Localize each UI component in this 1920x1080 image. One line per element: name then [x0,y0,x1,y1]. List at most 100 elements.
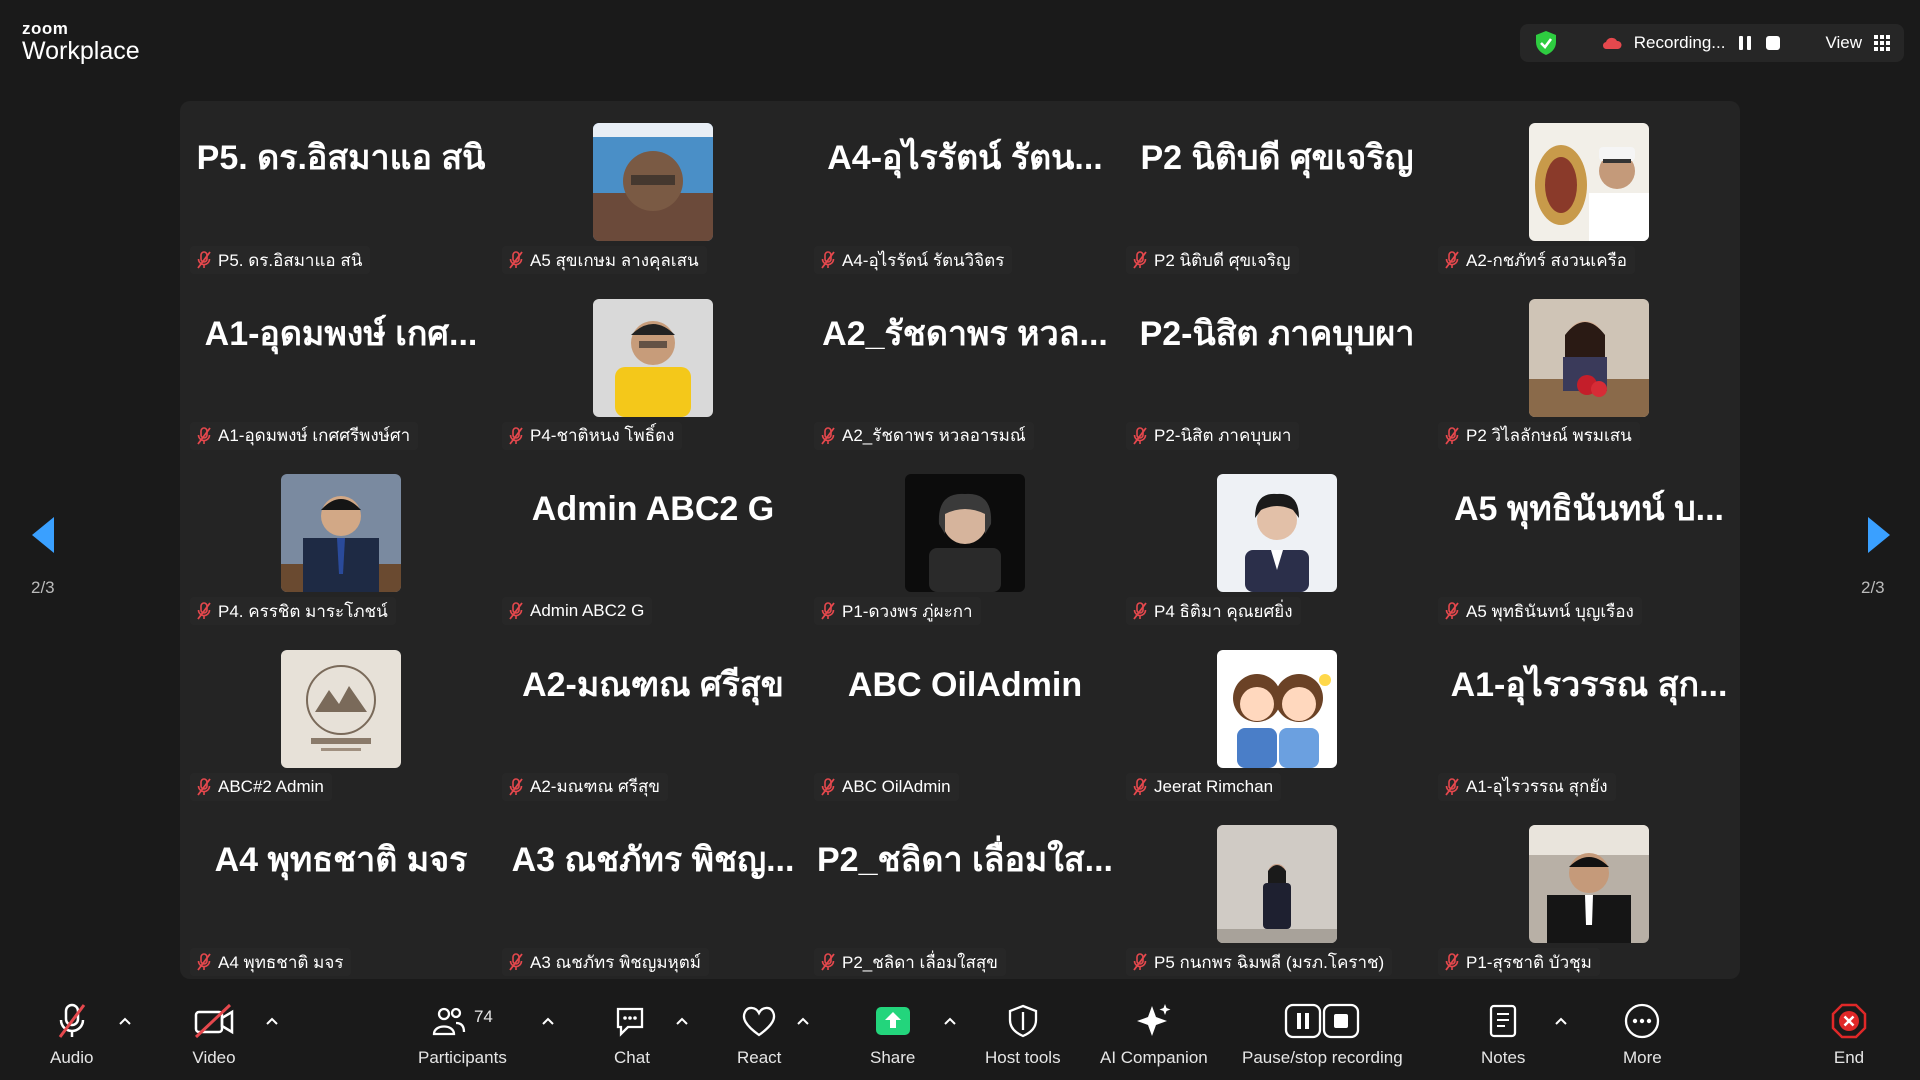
audio-options-chevron-icon[interactable] [118,1016,132,1026]
participant-tile[interactable]: P2 วิไลลักษณ์ พรมเสน [1433,277,1745,452]
participant-tile[interactable]: P1-สุรชาติ บัวชุม [1433,803,1745,978]
participants-options-chevron-icon[interactable] [541,1016,555,1026]
participant-tile[interactable]: A5 สุขเกษม ลางคุลเสน [497,101,809,276]
participant-name-label: A4 พุทธชาติ มจร [190,948,352,976]
top-bar: zoom Workplace Recording... View [0,0,1920,78]
participant-video [1529,123,1649,241]
notes-label: Notes [1481,1048,1526,1067]
mic-muted-icon [1445,602,1459,620]
participant-name: P1-ดวงพร ภู่ผะกา [842,601,973,621]
sparkle-icon [1136,1004,1171,1036]
heart-icon [743,1006,776,1037]
pause-recording-icon[interactable] [1737,35,1753,51]
participant-name: Jeerat Rimchan [1154,776,1274,796]
video-button[interactable]: Video [192,998,236,1068]
shield-icon [1008,1004,1037,1038]
participant-name: P4 ธิติมา คุณยศยิ่ง [1154,601,1293,621]
participant-name: P2_ชลิดา เลื่อมใสสุข [842,952,998,972]
participant-tile[interactable]: A4 พุทธชาติ มจร A4 พุทธชาติ มจร [185,803,497,978]
mic-muted-icon [197,953,211,971]
participant-tile[interactable]: Jeerat Rimchan [1121,628,1433,803]
participant-tile[interactable]: A5 พุทธินันทน์ บ... A5 พุทธินันทน์ บุญเรื… [1433,452,1745,627]
participant-name: Admin ABC2 G [530,601,645,620]
notes-button[interactable]: Notes [1481,998,1525,1068]
participant-name-label: A2_รัชดาพร หวลอารมณ์ [814,421,1034,450]
participant-name: A2-กชภัทร์ สงวนเครือ [1466,250,1627,270]
pause-stop-recording-button[interactable]: Pause/stop recording [1242,998,1403,1068]
notes-options-chevron-icon[interactable] [1554,1016,1568,1026]
mic-muted-icon [821,953,835,971]
share-label: Share [870,1048,916,1067]
share-screen-icon [875,1007,910,1035]
mic-muted-icon [821,602,835,620]
ai-companion-label: AI Companion [1100,1048,1208,1067]
participant-name-label: A1-อุดมพงษ์ เกศศรีพงษ์ศา [190,421,419,450]
video-gallery: P5. ดร.อิสมาแอ สนิ P5. ดร.อิสมาแอ สนิ A5 ส… [180,101,1740,979]
participant-tile[interactable]: ABC OilAdmin ABC OilAdmin [809,628,1121,803]
participant-name: ABC OilAdmin [842,776,951,796]
participant-tile[interactable]: P5. ดร.อิสมาแอ สนิ P5. ดร.อิสมาแอ สนิ [185,101,497,276]
mic-muted-icon [197,251,211,269]
participant-tile[interactable]: ABC#2 Admin [185,628,497,803]
participant-tile[interactable]: A1-อุดมพงษ์ เกศ... A1-อุดมพงษ์ เกศศรีพงษ์… [185,277,497,452]
shield-check-icon[interactable] [1534,30,1558,56]
participant-display-name: P2_ชลิดา เลื่อมใส... [816,841,1113,879]
participant-video [1217,825,1337,943]
participant-tile[interactable]: A4-อุไรรัตน์ รัตน... A4-อุไรรัตน์ รัตนวิจ… [809,101,1121,276]
host-tools-button[interactable]: Host tools [985,998,1061,1068]
participant-video [1217,474,1337,592]
participant-video [593,298,713,417]
participant-tile[interactable]: A1-อุไรวรรณ สุก... A1-อุไรวรรณ สุกยัง [1433,628,1745,803]
next-page-arrow-icon[interactable] [1864,515,1894,555]
participant-name-label: A2-มณฑณ ศรีสุข [502,772,668,801]
participant-tile[interactable]: P2_ชลิดา เลื่อมใส... P2_ชลิดา เลื่อมใสสุข [809,803,1121,978]
participant-tile[interactable]: P4 ธิติมา คุณยศยิ่ง [1121,452,1433,627]
participant-tile[interactable]: P5 กนกพร ฉิมพลี (มรภ.โคราช) [1121,803,1433,978]
participant-tile[interactable]: A2_รัชดาพร หวล... A2_รัชดาพร หวลอารมณ์ [809,277,1121,452]
participant-tile[interactable]: P4. ครรชิต มาระโภชน์ [185,452,497,627]
more-label: More [1623,1048,1662,1067]
participant-tile[interactable]: P4-ชาติหนง โพธิ์ตง [497,277,809,452]
chat-button[interactable]: Chat [614,998,650,1068]
participants-count: 74 [473,1007,493,1026]
participant-name: A1-อุไรวรรณ สุกยัง [1466,777,1608,796]
mic-muted-icon [1445,777,1459,796]
participant-name-label: ABC#2 Admin [190,772,332,801]
participant-tile[interactable]: Admin ABC2 G Admin ABC2 G [497,452,809,627]
end-meeting-button[interactable]: End [1830,998,1868,1068]
share-options-chevron-icon[interactable] [943,1016,957,1026]
participant-tile[interactable]: A2-กชภัทร์ สงวนเครือ [1433,101,1745,276]
chat-options-chevron-icon[interactable] [675,1016,689,1026]
participant-tile[interactable]: A3 ณชภัทร พิชญ... A3 ณชภัทร พิชญมหุตม์ [497,803,809,978]
audio-label: Audio [50,1048,94,1067]
more-dots-icon [1625,1003,1660,1039]
react-button[interactable]: React [737,998,781,1068]
participant-name-label: A2-กชภัทร์ สงวนเครือ [1438,246,1635,274]
stop-recording-icon[interactable] [1765,35,1781,51]
recording-status: Recording... [1633,33,1726,52]
mic-muted-icon [821,777,835,796]
react-options-chevron-icon[interactable] [796,1016,810,1026]
participant-name: P4-ชาติหนง โพธิ์ตง [530,426,675,445]
participant-tile[interactable]: P2 นิติบดี ศุขเจริญ P2 นิติบดี ศุขเจริญ [1121,101,1433,276]
ai-companion-button[interactable]: AI Companion [1100,998,1208,1068]
participant-tile[interactable]: P1-ดวงพร ภู่ผะกา [809,452,1121,627]
participant-name: A1-อุดมพงษ์ เกศศรีพงษ์ศา [218,426,411,445]
participant-name: P4. ครรชิต มาระโภชน์ [218,601,388,621]
previous-page-arrow-icon[interactable] [28,515,58,555]
more-button[interactable]: More [1623,998,1662,1068]
end-label: End [1833,1048,1865,1067]
participants-button[interactable]: 74 Participants [418,998,507,1068]
video-options-chevron-icon[interactable] [265,1016,279,1026]
participant-name: A3 ณชภัทร พิชญมหุตม์ [530,952,701,972]
participant-tile[interactable]: P2-นิสิต ภาคบุบผา P2-นิสิต ภาคบุบผา [1121,277,1433,452]
participant-name: P2 นิติบดี ศุขเจริญ [1154,250,1291,270]
participant-name-label: A5 พุทธินันทน์ บุญเรือง [1438,597,1642,625]
grid-view-icon[interactable] [1874,35,1890,51]
view-button-label[interactable]: View [1825,33,1862,53]
participant-tile[interactable]: A2-มณฑณ ศรีสุข A2-มณฑณ ศรีสุข [497,628,809,803]
mic-muted-icon [821,426,835,445]
audio-button[interactable]: Audio [50,998,93,1068]
share-button[interactable]: Share [870,998,915,1068]
cloud-recording-icon [1602,37,1622,50]
